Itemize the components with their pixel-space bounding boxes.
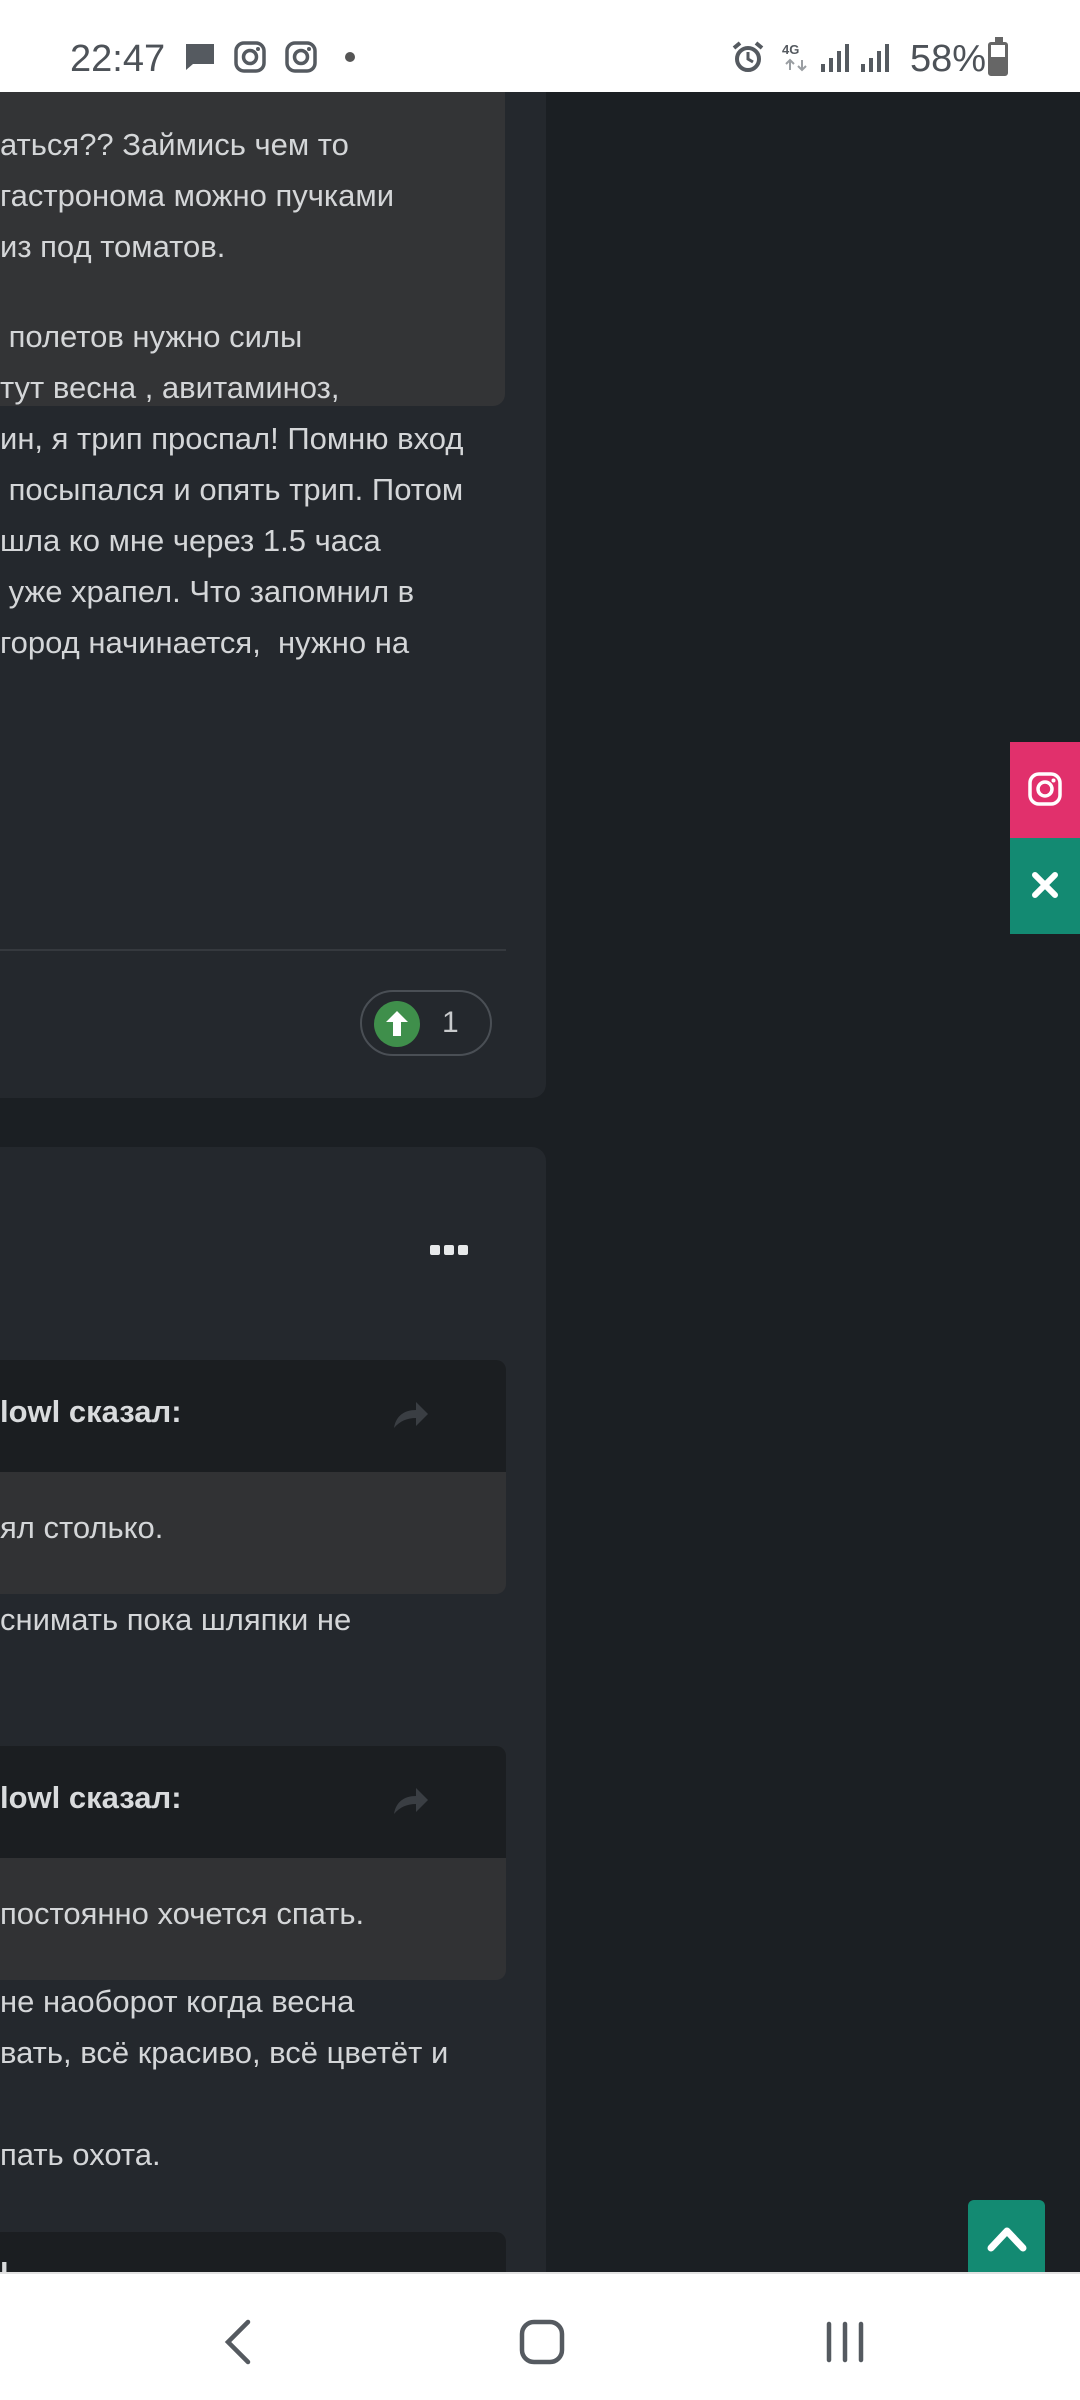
quote-text-line: аться?? Займись чем то	[0, 127, 349, 162]
instagram-icon	[234, 41, 266, 73]
quote-text-line: гастронома можно пучками	[0, 178, 395, 213]
quote-text-line: из под томатов.	[0, 229, 226, 264]
post-text-line: город начинается, нужно на	[0, 625, 410, 660]
status-bar: 22:47 4G 58%	[0, 0, 1080, 92]
quote-header: lowl сказал:	[0, 1360, 506, 1472]
quote-author: lowl сказал:	[0, 1780, 182, 1815]
back-icon[interactable]	[210, 2312, 270, 2372]
like-count: 1	[442, 1006, 459, 1039]
scroll-to-top-button[interactable]	[968, 2200, 1045, 2272]
instagram-icon	[285, 41, 317, 73]
upvote-icon	[374, 1001, 420, 1047]
more-options-icon[interactable]	[430, 1242, 490, 1272]
post-text-line: шла ко мне через 1.5 часа	[0, 523, 381, 558]
close-share-button[interactable]	[1010, 838, 1080, 934]
quote-author: lowl сказал:	[0, 1394, 182, 1429]
system-nav-bar	[0, 2272, 1080, 2400]
instagram-icon	[1028, 772, 1062, 806]
post-text-line: уже храпел. Что запомнил в	[0, 574, 415, 609]
post-card	[0, 1147, 546, 2272]
like-button[interactable]: 1	[360, 990, 492, 1056]
post-text-line: пать охота.	[0, 2137, 161, 2172]
post-text-line: посыпался и опять трип. Потом	[0, 472, 464, 507]
instagram-share-button[interactable]	[1010, 742, 1080, 838]
quote-header: l	[0, 2232, 506, 2272]
go-to-quote-icon[interactable]	[390, 1782, 430, 1818]
quote-text: ял столько.	[0, 1510, 164, 1545]
signal-icon	[821, 44, 849, 72]
post-text-line: полетов нужно силы	[0, 319, 303, 354]
home-icon[interactable]	[512, 2312, 572, 2372]
quote-text: постоянно хочется спать.	[0, 1896, 365, 1931]
svg-text:4G: 4G	[782, 42, 799, 57]
post-text-line: не наоборот когда весна	[0, 1984, 355, 2019]
post-divider	[0, 949, 506, 951]
notification-dot-icon	[345, 52, 355, 62]
battery-percent: 58%	[910, 38, 987, 80]
battery-icon	[988, 37, 1008, 76]
chevron-up-icon	[987, 2227, 1027, 2252]
signal-icon	[861, 44, 889, 72]
post-text-line: вать, всё красиво, всё цветёт и	[0, 2035, 449, 2070]
quote-header: lowl сказал:	[0, 1746, 506, 1858]
quote-body: постоянно хочется спать.	[0, 1858, 506, 1980]
quote-author: l	[0, 2256, 9, 2272]
post-text-line: снимать пока шляпки не	[0, 1602, 352, 1637]
post-text-line: ин, я трип проспал! Помню вход	[0, 421, 464, 456]
status-time: 22:47	[70, 38, 166, 80]
4g-icon: 4G	[782, 42, 807, 72]
forum-thread: аться?? Займись чем то гастронома можно …	[0, 92, 1080, 2272]
go-to-quote-icon[interactable]	[390, 1396, 430, 1432]
alarm-icon	[732, 41, 764, 72]
close-icon	[1032, 872, 1058, 898]
post-text-line: тут весна , авитаминоз,	[0, 370, 340, 405]
message-icon	[186, 44, 214, 70]
recents-icon[interactable]	[815, 2312, 875, 2372]
quote-body: ял столько.	[0, 1472, 506, 1594]
